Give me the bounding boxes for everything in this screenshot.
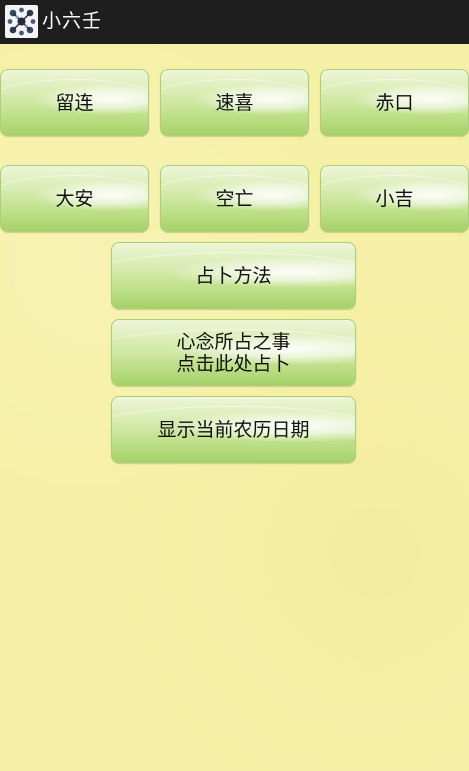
xiaoji-label: 小吉 — [375, 187, 414, 210]
app-title: 小六壬 — [42, 10, 103, 32]
daan-button[interactable]: 大安 — [0, 165, 149, 232]
divine-now-label-line1: 心念所占之事 — [176, 330, 291, 353]
divination-method-button[interactable]: 占卜方法 — [111, 242, 356, 309]
suxi-button[interactable]: 速喜 — [160, 69, 309, 136]
kongwang-label: 空亡 — [215, 187, 254, 210]
show-lunar-date-label: 显示当前农历日期 — [157, 418, 310, 441]
chikou-label: 赤口 — [375, 91, 414, 114]
show-lunar-date-button[interactable]: 显示当前农历日期 — [111, 396, 356, 463]
title-bar: 小六壬 — [0, 0, 469, 44]
divination-method-label: 占卜方法 — [195, 264, 272, 287]
main-content: 留连 速喜 赤口 大安 空亡 小吉 占卜方法 心念所占之事 点击此处占卜 显示当… — [0, 44, 469, 771]
divine-now-label-line2: 点击此处占卜 — [176, 352, 291, 375]
divine-now-button[interactable]: 心念所占之事 点击此处占卜 — [111, 319, 356, 386]
liulian-label: 留连 — [55, 91, 94, 114]
liulian-button[interactable]: 留连 — [0, 69, 149, 136]
kongwang-button[interactable]: 空亡 — [160, 165, 309, 232]
chikou-button[interactable]: 赤口 — [320, 69, 469, 136]
daan-label: 大安 — [55, 187, 94, 210]
app-logo-icon — [5, 5, 38, 38]
suxi-label: 速喜 — [215, 91, 254, 114]
xiaoji-button[interactable]: 小吉 — [320, 165, 469, 232]
